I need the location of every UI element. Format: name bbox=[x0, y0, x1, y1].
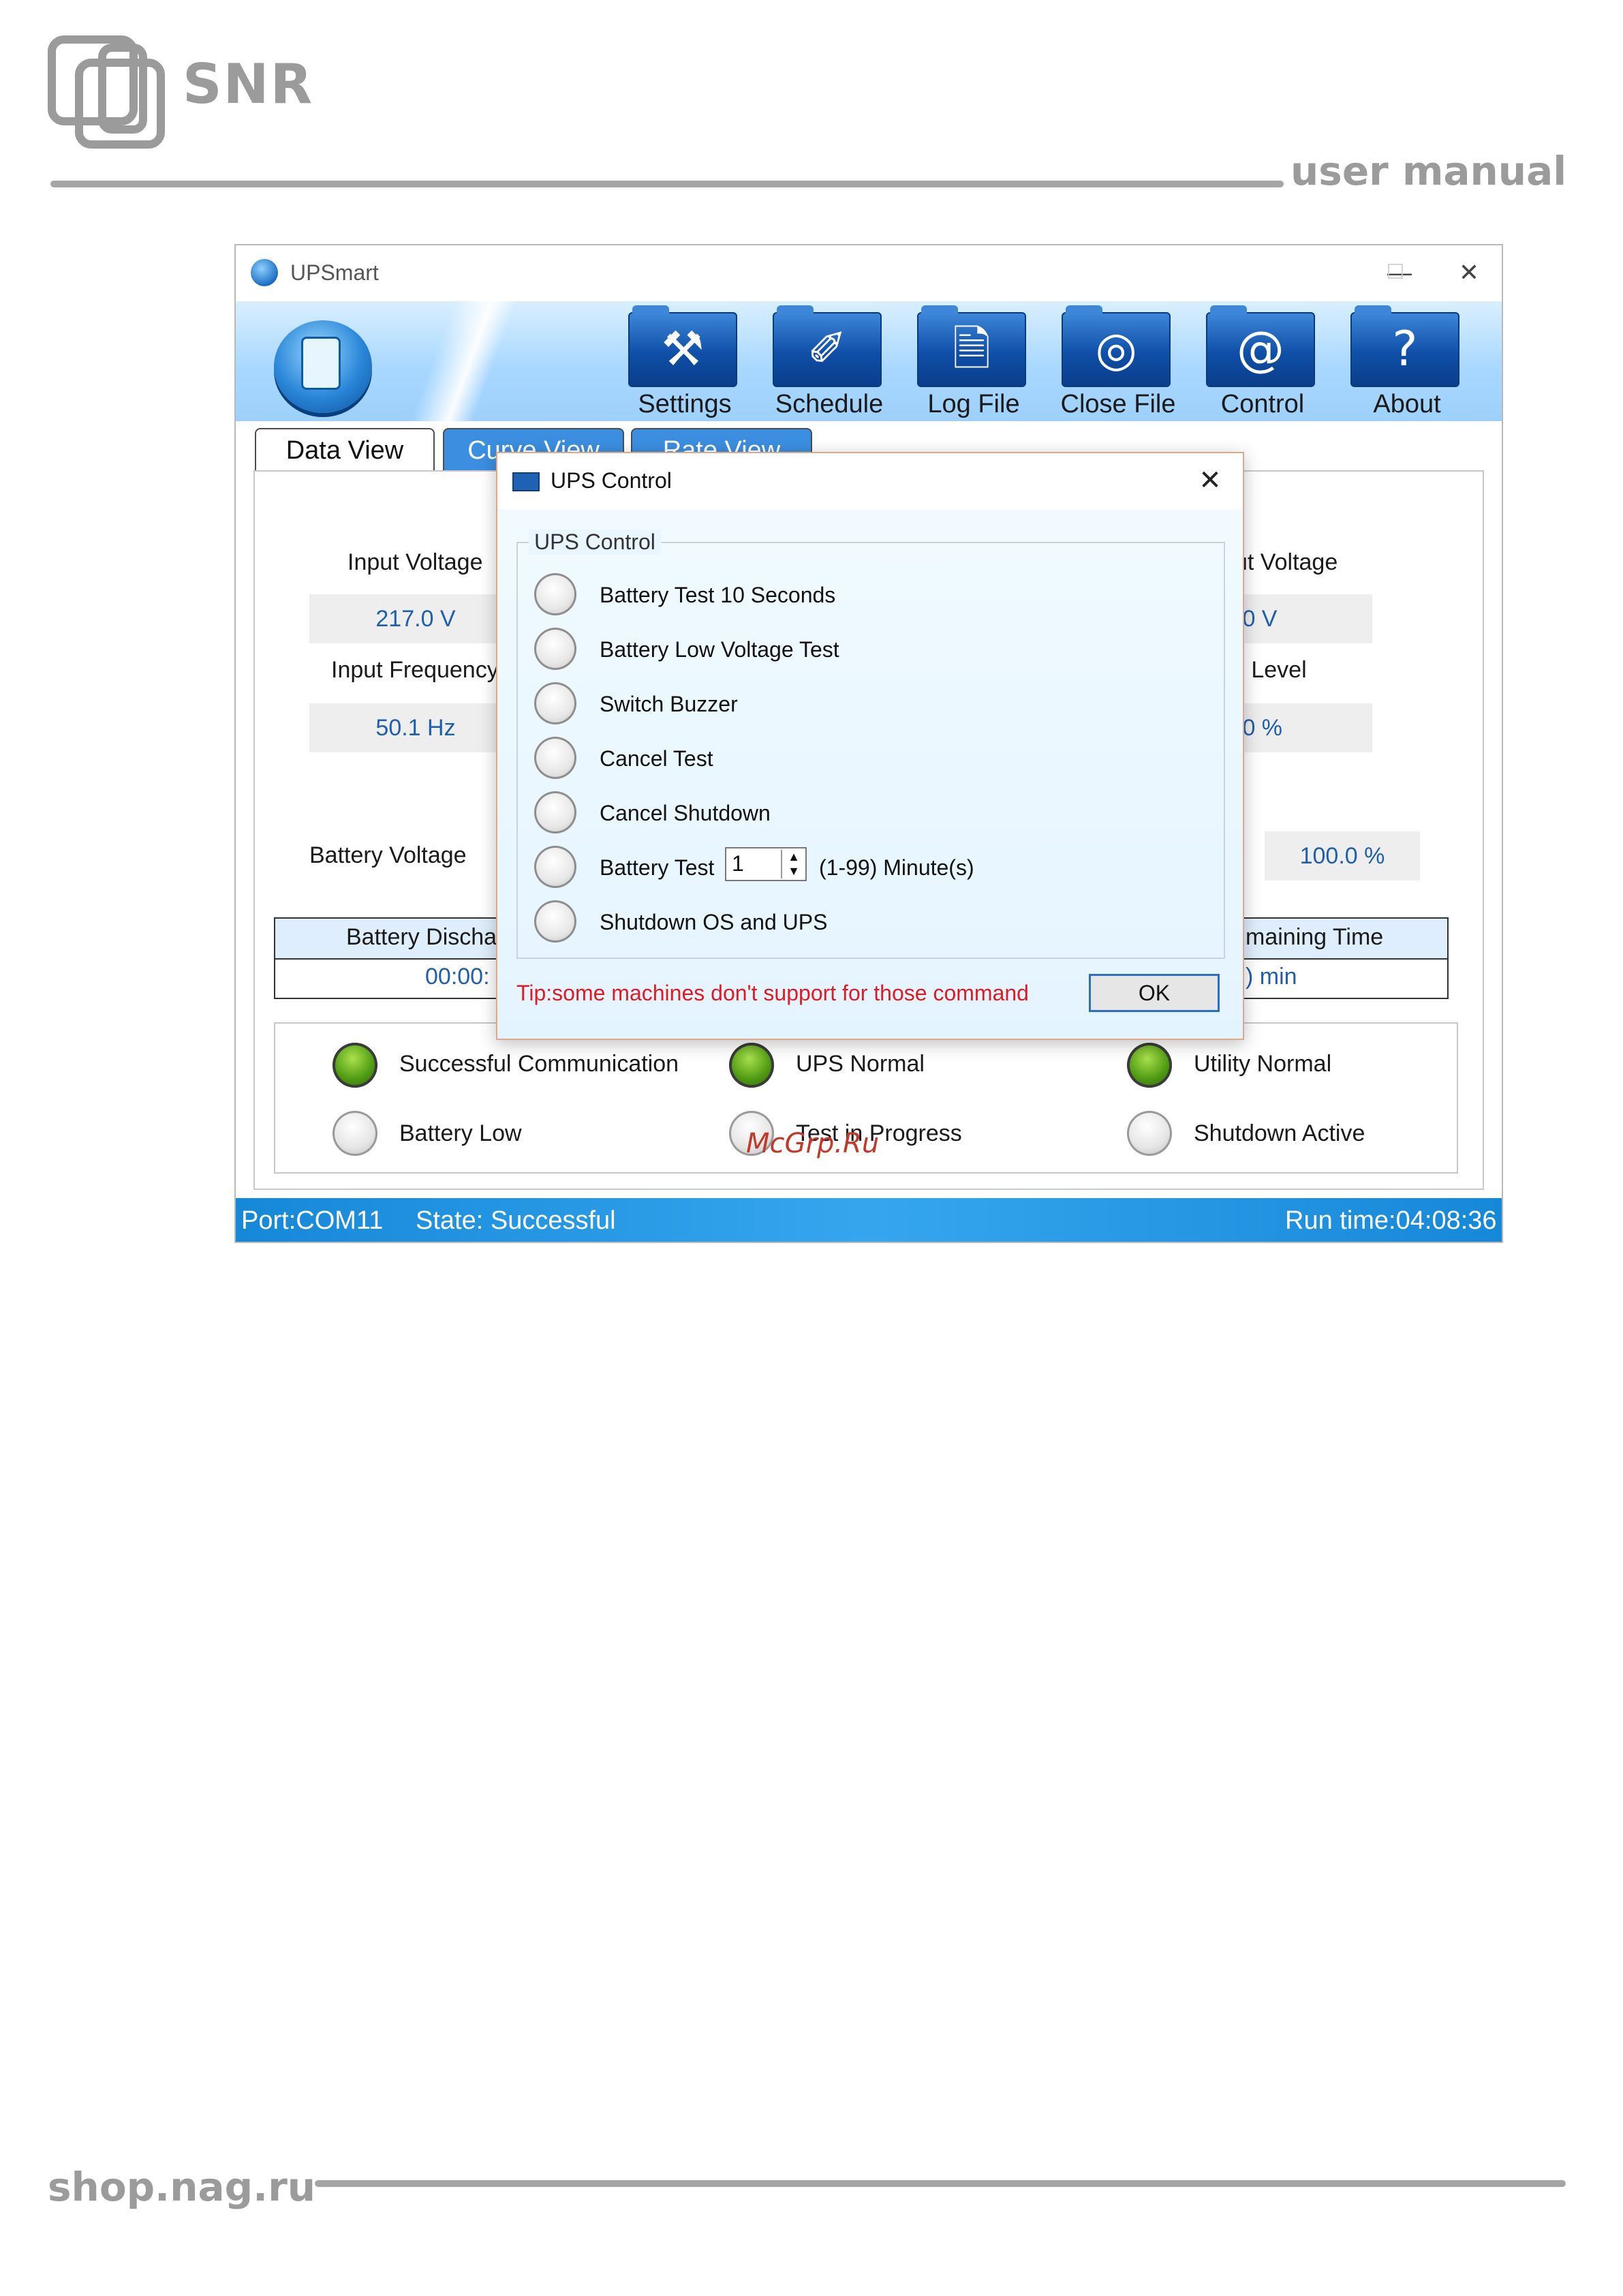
stepper-value[interactable]: 1 bbox=[732, 851, 744, 876]
status-label: Battery Low bbox=[399, 1120, 522, 1146]
battery-voltage-label: Battery Voltage bbox=[309, 842, 467, 868]
option-label[interactable]: Switch Buzzer bbox=[600, 692, 738, 717]
upsmart-app-icon bbox=[251, 259, 278, 286]
hammer-icon: ⚒ bbox=[661, 321, 705, 377]
option-label[interactable]: Shutdown OS and UPS bbox=[600, 910, 827, 935]
header-rule bbox=[50, 181, 1284, 187]
load-level-value: .0 % bbox=[1236, 703, 1372, 752]
remaining-time-header: maining Time bbox=[1246, 924, 1384, 950]
watermark-text: McGrp.Ru bbox=[746, 1128, 880, 1159]
toolbar-settings-button[interactable]: ⚒ Settings bbox=[620, 305, 749, 423]
toolbar-label: About bbox=[1373, 390, 1441, 418]
question-icon: ? bbox=[1392, 321, 1418, 377]
toolbar-label: Close File bbox=[1060, 390, 1176, 418]
disc-icon: ◎ bbox=[1095, 321, 1137, 377]
output-voltage-value: .0 V bbox=[1236, 594, 1372, 643]
discharge-value: 00:00: bbox=[425, 964, 490, 990]
utility-normal-led-icon bbox=[1127, 1043, 1172, 1088]
cancel-shutdown-radio[interactable] bbox=[534, 791, 576, 833]
snr-logo-icon bbox=[48, 35, 165, 149]
status-bar: Port:COM11 State: Successful Run time:04… bbox=[236, 1198, 1502, 1242]
output-voltage-label: ut Voltage bbox=[1235, 549, 1338, 575]
shutdown-os-ups-radio[interactable] bbox=[534, 900, 576, 943]
ups-control-dialog: UPS Control ✕ UPS Control Battery Test 1… bbox=[496, 452, 1244, 1040]
toolbar-label: Schedule bbox=[775, 390, 884, 418]
control-window-icon bbox=[512, 472, 540, 491]
minutes-range-label: (1-99) Minute(s) bbox=[819, 855, 974, 880]
group-title: UPS Control bbox=[529, 530, 661, 555]
tab-data-view[interactable]: Data View bbox=[255, 428, 435, 470]
cancel-test-radio[interactable] bbox=[534, 737, 576, 779]
battery-test-10s-radio[interactable] bbox=[534, 573, 576, 615]
shutdown-active-led-icon bbox=[1127, 1111, 1172, 1156]
ups-normal-led-icon bbox=[729, 1043, 774, 1088]
toolbar-schedule-button[interactable]: ✐ Schedule bbox=[764, 305, 894, 423]
option-label[interactable]: Cancel Shutdown bbox=[600, 801, 771, 826]
footer-rule bbox=[315, 2180, 1566, 2187]
remaining-time-value: ) min bbox=[1246, 964, 1297, 990]
toolbar-control-button[interactable]: @ Control bbox=[1198, 305, 1327, 423]
option-label[interactable]: Battery Test 10 Seconds bbox=[600, 583, 835, 608]
battery-test-minutes-stepper[interactable]: 1 ▲ ▼ bbox=[725, 847, 807, 881]
discharge-header: Battery Discha bbox=[346, 924, 497, 950]
run-time: Run time:04:08:36 bbox=[1285, 1206, 1497, 1235]
header-title: user manual bbox=[1290, 148, 1567, 194]
close-icon[interactable]: ✕ bbox=[1447, 255, 1491, 290]
toolbar-label: Settings bbox=[638, 390, 732, 418]
communication-led-icon bbox=[333, 1043, 377, 1088]
logo-document-icon bbox=[301, 337, 341, 390]
close-icon[interactable]: ✕ bbox=[1191, 463, 1229, 498]
battery-capacity-value: 100.0 % bbox=[1265, 831, 1420, 881]
toolbar-about-button[interactable]: ? About bbox=[1342, 305, 1472, 423]
status-label: Utility Normal bbox=[1194, 1051, 1332, 1077]
maximize-icon[interactable]: ☐ bbox=[1374, 255, 1417, 290]
status-label: UPS Normal bbox=[796, 1051, 925, 1077]
status-label: Shutdown Active bbox=[1194, 1120, 1365, 1146]
option-label[interactable]: Battery Low Voltage Test bbox=[600, 637, 839, 662]
schedule-icon: ✐ bbox=[807, 321, 848, 377]
input-frequency-value: 50.1 Hz bbox=[309, 703, 522, 752]
dialog-titlebar[interactable]: UPS Control ✕ bbox=[497, 453, 1243, 509]
toolbar-logfile-button[interactable]: 🗎 Log File bbox=[909, 305, 1038, 423]
banner-swoosh bbox=[392, 301, 556, 421]
option-label[interactable]: Cancel Test bbox=[600, 746, 713, 771]
toolbar-closefile-button[interactable]: ◎ Close File bbox=[1053, 305, 1183, 423]
input-voltage-label: Input Voltage bbox=[347, 549, 483, 575]
window-titlebar[interactable]: UPSmart — ☐ ✕ bbox=[236, 245, 1502, 301]
spin-arrows-icon[interactable]: ▲ ▼ bbox=[781, 850, 805, 878]
brand-wordmark: SNR bbox=[183, 52, 314, 116]
connection-state: State: Successful bbox=[416, 1206, 616, 1235]
battery-test-minutes-radio[interactable] bbox=[534, 846, 576, 888]
battery-low-voltage-test-radio[interactable] bbox=[534, 628, 576, 670]
status-label: Successful Communication bbox=[399, 1051, 679, 1077]
option-label[interactable]: Battery Test bbox=[600, 855, 714, 881]
port-status: Port:COM11 bbox=[241, 1206, 384, 1235]
tip-text: Tip:some machines don't support for thos… bbox=[516, 981, 1029, 1005]
input-voltage-value: 217.0 V bbox=[309, 594, 522, 643]
dialog-title: UPS Control bbox=[551, 468, 672, 493]
toolbar-label: Control bbox=[1220, 390, 1305, 418]
input-frequency-label: Input Frequency bbox=[331, 657, 499, 683]
toolbar-label: Log File bbox=[927, 390, 1020, 418]
battery-low-led-icon bbox=[333, 1111, 377, 1156]
document-icon: 🗎 bbox=[952, 321, 991, 377]
footer-site: shop.nag.ru bbox=[48, 2164, 316, 2210]
window-title: UPSmart bbox=[290, 260, 379, 285]
ok-button[interactable]: OK bbox=[1089, 974, 1220, 1012]
at-icon: @ bbox=[1237, 321, 1284, 377]
switch-buzzer-radio[interactable] bbox=[534, 682, 576, 724]
